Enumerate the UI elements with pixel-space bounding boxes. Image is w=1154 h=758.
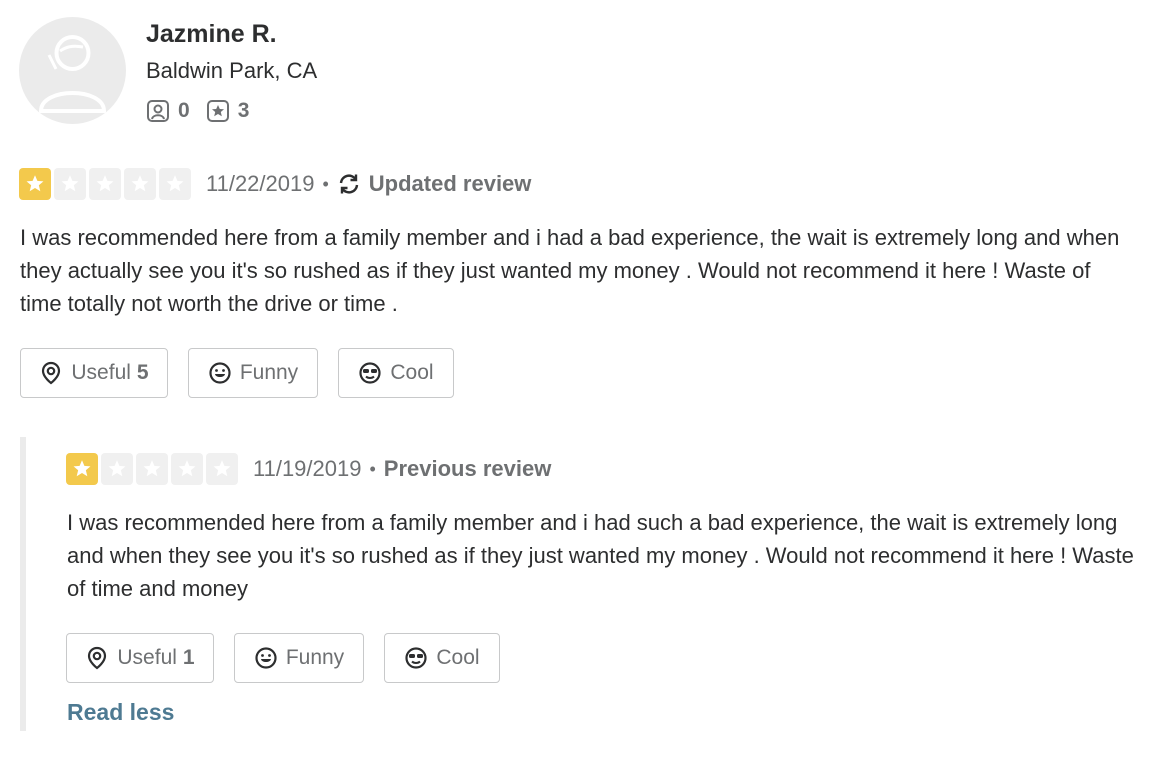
star-icon [89, 168, 121, 200]
cool-icon [405, 647, 427, 669]
user-avatar-icon [38, 35, 107, 113]
funny-label: Funny [285, 646, 345, 669]
funny-icon [209, 362, 231, 384]
funny-label: Funny [239, 361, 299, 384]
useful-icon [88, 646, 107, 670]
reviews-stat: 3 [206, 99, 250, 123]
reviews-star-icon [206, 100, 229, 122]
current-review-text: I was recommended here from a family mem… [20, 225, 1120, 316]
useful-label: Useful [71, 361, 131, 384]
friends-stat: 0 [146, 99, 190, 123]
cool-button[interactable]: Cool [338, 348, 454, 398]
useful-button[interactable]: Useful 5 [20, 348, 168, 398]
star-icon [54, 168, 86, 200]
previous-review-text: I was recommended here from a family mem… [67, 510, 1134, 601]
previous-review-date: 11/19/2019 [253, 456, 362, 481]
updated-review-label: Updated review [368, 171, 532, 196]
funny-icon [255, 647, 277, 669]
cool-label: Cool [436, 646, 480, 669]
friends-icon [147, 100, 169, 122]
star-icon [171, 453, 203, 485]
updated-review-status: Updated review [337, 171, 532, 197]
funny-button[interactable]: Funny [234, 633, 364, 683]
star-icon [206, 453, 238, 485]
useful-button[interactable]: Useful 1 [66, 633, 214, 683]
current-reaction-buttons: Useful 5 Funny Cool [20, 348, 474, 398]
star-icon [101, 453, 133, 485]
star-icon [19, 168, 51, 200]
friends-count: 0 [178, 99, 190, 122]
star-icon [136, 453, 168, 485]
separator-dot: • [322, 173, 329, 194]
previous-reaction-buttons: Useful 1 Funny Cool [66, 633, 520, 683]
avatar[interactable] [19, 17, 126, 124]
read-less-link[interactable]: Read less [67, 699, 174, 726]
separator-dot: • [369, 458, 376, 479]
current-star-rating [19, 168, 194, 200]
previous-review-bar [20, 437, 26, 731]
useful-count: 1 [182, 646, 195, 669]
useful-label: Useful [117, 646, 177, 669]
current-review-date: 11/22/2019 [206, 171, 315, 196]
user-location: Baldwin Park, CA [146, 58, 318, 83]
cool-icon [359, 362, 381, 384]
star-icon [124, 168, 156, 200]
funny-button[interactable]: Funny [188, 348, 318, 398]
useful-icon [42, 361, 61, 385]
useful-count: 5 [136, 361, 149, 384]
current-rating-row: 11/22/2019 • Updated review [19, 167, 531, 201]
user-name[interactable]: Jazmine R. [146, 20, 277, 49]
star-icon [66, 453, 98, 485]
star-icon [159, 168, 191, 200]
reviews-count: 3 [237, 99, 250, 122]
user-stats: 0 3 [146, 98, 265, 124]
previous-rating-row: 11/19/2019 • Previous review [66, 452, 551, 486]
cool-button[interactable]: Cool [384, 633, 500, 683]
update-icon [339, 174, 358, 194]
previous-star-rating [66, 453, 241, 485]
previous-review-status: Previous review [383, 456, 552, 481]
cool-label: Cool [390, 361, 434, 384]
